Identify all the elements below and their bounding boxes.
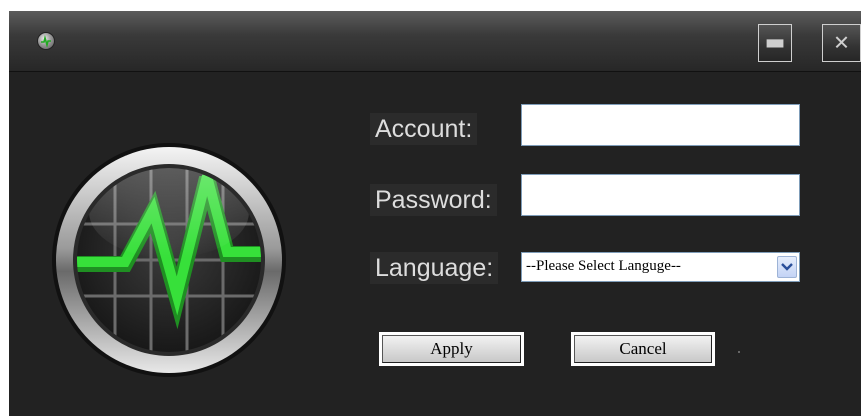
login-window: ▬ ✕ Account: Password: Language: --Pleas…: [9, 11, 861, 416]
close-icon: ✕: [833, 30, 850, 55]
language-select[interactable]: --Please Select Languge--: [521, 252, 800, 282]
apply-button-label: Apply: [382, 335, 521, 363]
decorative-dot: [738, 351, 740, 353]
minimize-icon: ▬: [764, 30, 786, 55]
apply-button[interactable]: Apply: [379, 332, 524, 366]
password-label: Password:: [370, 184, 497, 216]
app-icon[interactable]: [37, 32, 55, 50]
language-label: Language:: [370, 252, 499, 284]
cancel-button-label: Cancel: [574, 335, 712, 363]
chevron-down-icon[interactable]: [777, 256, 797, 278]
password-input[interactable]: [521, 174, 800, 216]
account-label: Account:: [370, 113, 478, 145]
minimize-button[interactable]: ▬: [758, 24, 792, 62]
language-selected-value: --Please Select Languge--: [526, 258, 681, 274]
cancel-button[interactable]: Cancel: [571, 332, 715, 366]
account-input[interactable]: [521, 104, 800, 146]
title-bar[interactable]: ▬ ✕: [9, 11, 861, 72]
close-button[interactable]: ✕: [822, 24, 861, 62]
heartbeat-monitor-icon: [51, 142, 287, 383]
